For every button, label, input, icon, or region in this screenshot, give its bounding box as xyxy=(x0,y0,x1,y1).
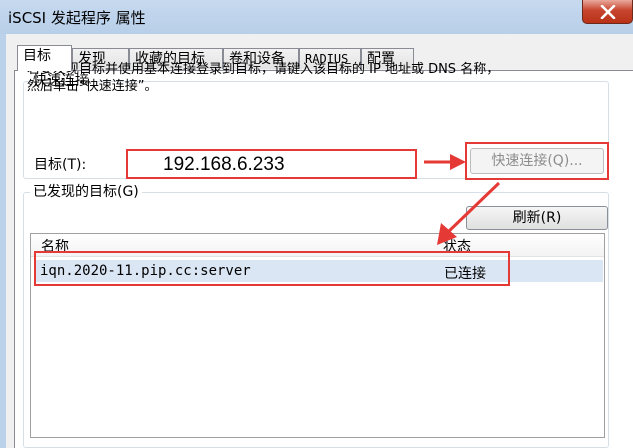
target-input[interactable]: 192.168.6.233 xyxy=(126,149,417,179)
discovered-targets-group-label: 已发现的目标(G) xyxy=(30,184,142,200)
arrow-right-icon xyxy=(424,154,466,170)
title-bar[interactable]: iSCSI 发起程序 属性 xyxy=(0,0,633,34)
quick-connect-button[interactable]: 快速连接(Q)... xyxy=(470,148,604,174)
quick-connect-description: 若要发现目标并使用基本连接登录到目标，请键入该目标的 IP 地址或 DNS 名称… xyxy=(27,61,607,95)
close-button[interactable] xyxy=(582,0,633,24)
description-line-1: 若要发现目标并使用基本连接登录到目标，请键入该目标的 IP 地址或 DNS 名称… xyxy=(27,62,500,77)
window-title: iSCSI 发起程序 属性 xyxy=(8,9,146,27)
target-label: 目标(T): xyxy=(34,157,87,173)
close-icon xyxy=(600,5,616,19)
arrow-down-left-icon xyxy=(437,181,501,245)
tab-targets-label: 目标 xyxy=(23,48,51,64)
description-line-2: 然后单击“快速连接”。 xyxy=(27,79,158,94)
iscsi-properties-window: iSCSI 发起程序 属性 目标 发现 收藏的目标 卷和设备 RADIUS 配置 xyxy=(0,0,633,448)
target-row-highlight xyxy=(34,251,510,286)
tab-targets[interactable]: 目标 xyxy=(17,45,72,71)
